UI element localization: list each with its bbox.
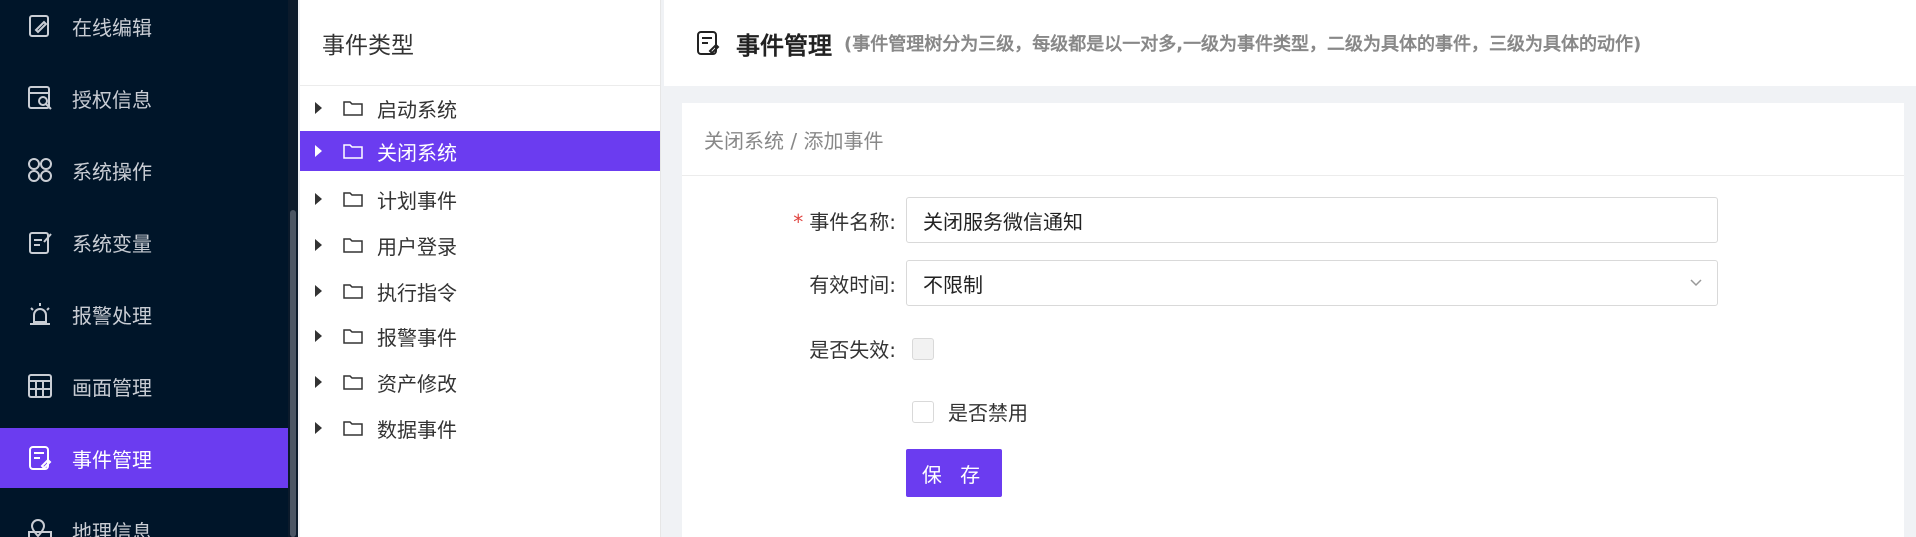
required-mark: * bbox=[793, 209, 804, 234]
event-name-label: * 事件名称: bbox=[793, 209, 896, 234]
folder-icon bbox=[343, 101, 363, 116]
tree-node-label: 资产修改 bbox=[377, 371, 457, 396]
folder-icon bbox=[343, 144, 363, 159]
form-row-disabled: 是否禁用 bbox=[682, 397, 1904, 426]
folder-icon bbox=[343, 329, 363, 344]
tree-node[interactable]: 执行指令 bbox=[300, 271, 660, 311]
tree-node-label: 启动系统 bbox=[377, 97, 457, 122]
system-operation-icon bbox=[26, 156, 54, 184]
nav-item-system-variable[interactable]: 系统变量 bbox=[0, 212, 288, 272]
caret-right-icon[interactable] bbox=[315, 285, 322, 297]
nav-item-label: 授权信息 bbox=[72, 87, 152, 112]
tree-node-label: 数据事件 bbox=[377, 417, 457, 442]
caret-right-icon[interactable] bbox=[315, 239, 322, 251]
event-name-input[interactable]: 关闭服务微信通知 bbox=[906, 197, 1718, 243]
tree-node[interactable]: 数据事件 bbox=[300, 408, 660, 448]
save-button[interactable]: 保 存 bbox=[906, 449, 1002, 497]
tree-node-selected[interactable]: 关闭系统 bbox=[300, 131, 660, 171]
sidebar-nav: 在线编辑 授权信息 系统操作 系统变量 报警处理 画面管理 事件管理 地理信息 bbox=[0, 0, 298, 537]
tree-node-label: 报警事件 bbox=[377, 325, 457, 350]
disabled-checkbox-label[interactable]: 是否禁用 bbox=[948, 397, 1028, 426]
nav-item-event-management[interactable]: 事件管理 bbox=[0, 428, 288, 488]
tree-node-label: 关闭系统 bbox=[377, 140, 457, 165]
nav-item-label: 报警处理 bbox=[72, 303, 152, 328]
folder-icon bbox=[343, 284, 363, 299]
sidebar-scrollbar[interactable] bbox=[288, 0, 298, 537]
tree-node[interactable]: 报警事件 bbox=[300, 316, 660, 356]
tree-node-label: 计划事件 bbox=[377, 188, 457, 213]
form-row-invalid: 是否失效: bbox=[682, 334, 1904, 363]
tree-node-label: 用户登录 bbox=[377, 234, 457, 259]
tree-node-label: 执行指令 bbox=[377, 280, 457, 305]
nav-item-alarm-handling[interactable]: 报警处理 bbox=[0, 284, 288, 344]
scrollbar-thumb[interactable] bbox=[290, 210, 296, 537]
page-subtitle: (事件管理树分为三级，每级都是以一对多,一级为事件类型，二级为具体的事件，三级为… bbox=[844, 34, 1642, 55]
caret-right-icon[interactable] bbox=[315, 102, 322, 114]
alarm-icon bbox=[26, 300, 54, 328]
valid-time-select[interactable]: 不限制 bbox=[906, 260, 1718, 306]
tree-node[interactable]: 用户登录 bbox=[300, 225, 660, 265]
nav-item-label: 事件管理 bbox=[72, 447, 152, 472]
disabled-checkbox[interactable] bbox=[912, 400, 934, 423]
folder-icon bbox=[343, 421, 363, 436]
form-row-event-name: * 事件名称: 关闭服务微信通知 bbox=[682, 197, 1904, 243]
variable-icon bbox=[26, 228, 54, 256]
map-icon bbox=[26, 516, 54, 537]
form-row-valid-time: 有效时间: 不限制 bbox=[682, 260, 1904, 306]
nav-item-label: 系统变量 bbox=[72, 231, 152, 256]
event-icon bbox=[697, 31, 720, 55]
folder-icon bbox=[343, 375, 363, 390]
invalid-label: 是否失效: bbox=[809, 338, 896, 362]
caret-right-icon[interactable] bbox=[315, 376, 322, 388]
tree-node[interactable]: 计划事件 bbox=[300, 179, 660, 219]
chevron-down-icon bbox=[1690, 279, 1702, 287]
nav-item-label: 画面管理 bbox=[72, 375, 152, 400]
screen-grid-icon bbox=[26, 372, 54, 400]
event-icon bbox=[26, 444, 54, 472]
page-header: 事件管理 (事件管理树分为三级，每级都是以一对多,一级为事件类型，二级为具体的事… bbox=[664, 0, 1916, 86]
page-title: 事件管理 bbox=[736, 31, 832, 60]
tree-node[interactable]: 资产修改 bbox=[300, 362, 660, 402]
tree-title: 事件类型 bbox=[300, 0, 660, 86]
tree-node[interactable]: 启动系统 bbox=[300, 88, 660, 128]
event-form-card: 关闭系统 / 添加事件 * 事件名称: 关闭服务微信通知 有效时间: 不限制 是否… bbox=[682, 103, 1904, 537]
license-icon bbox=[26, 84, 54, 112]
folder-icon bbox=[343, 238, 363, 253]
nav-item-license-info[interactable]: 授权信息 bbox=[0, 68, 288, 128]
nav-item-label: 系统操作 bbox=[72, 159, 152, 184]
form-row-actions: 保 存 bbox=[682, 449, 1904, 497]
caret-right-icon[interactable] bbox=[315, 193, 322, 205]
nav-item-online-edit[interactable]: 在线编辑 bbox=[0, 0, 288, 56]
nav-item-system-operation[interactable]: 系统操作 bbox=[0, 140, 288, 200]
caret-right-icon[interactable] bbox=[315, 422, 322, 434]
invalid-checkbox[interactable] bbox=[912, 337, 934, 360]
valid-time-label: 有效时间: bbox=[809, 272, 896, 297]
event-type-tree-panel: 事件类型 启动系统 关闭系统 计划事件 用户登录 执行指令 报警事件 资产修改 … bbox=[300, 0, 661, 537]
caret-right-icon[interactable] bbox=[315, 145, 322, 157]
nav-item-screen-management[interactable]: 画面管理 bbox=[0, 356, 288, 416]
breadcrumb: 关闭系统 / 添加事件 bbox=[682, 103, 1904, 176]
nav-item-label: 地理信息 bbox=[72, 519, 152, 537]
caret-right-icon[interactable] bbox=[315, 330, 322, 342]
nav-item-label: 在线编辑 bbox=[72, 15, 152, 40]
folder-icon bbox=[343, 192, 363, 207]
valid-time-value: 不限制 bbox=[923, 272, 983, 297]
edit-icon bbox=[26, 12, 54, 40]
nav-item-geo-info[interactable]: 地理信息 bbox=[0, 500, 288, 537]
